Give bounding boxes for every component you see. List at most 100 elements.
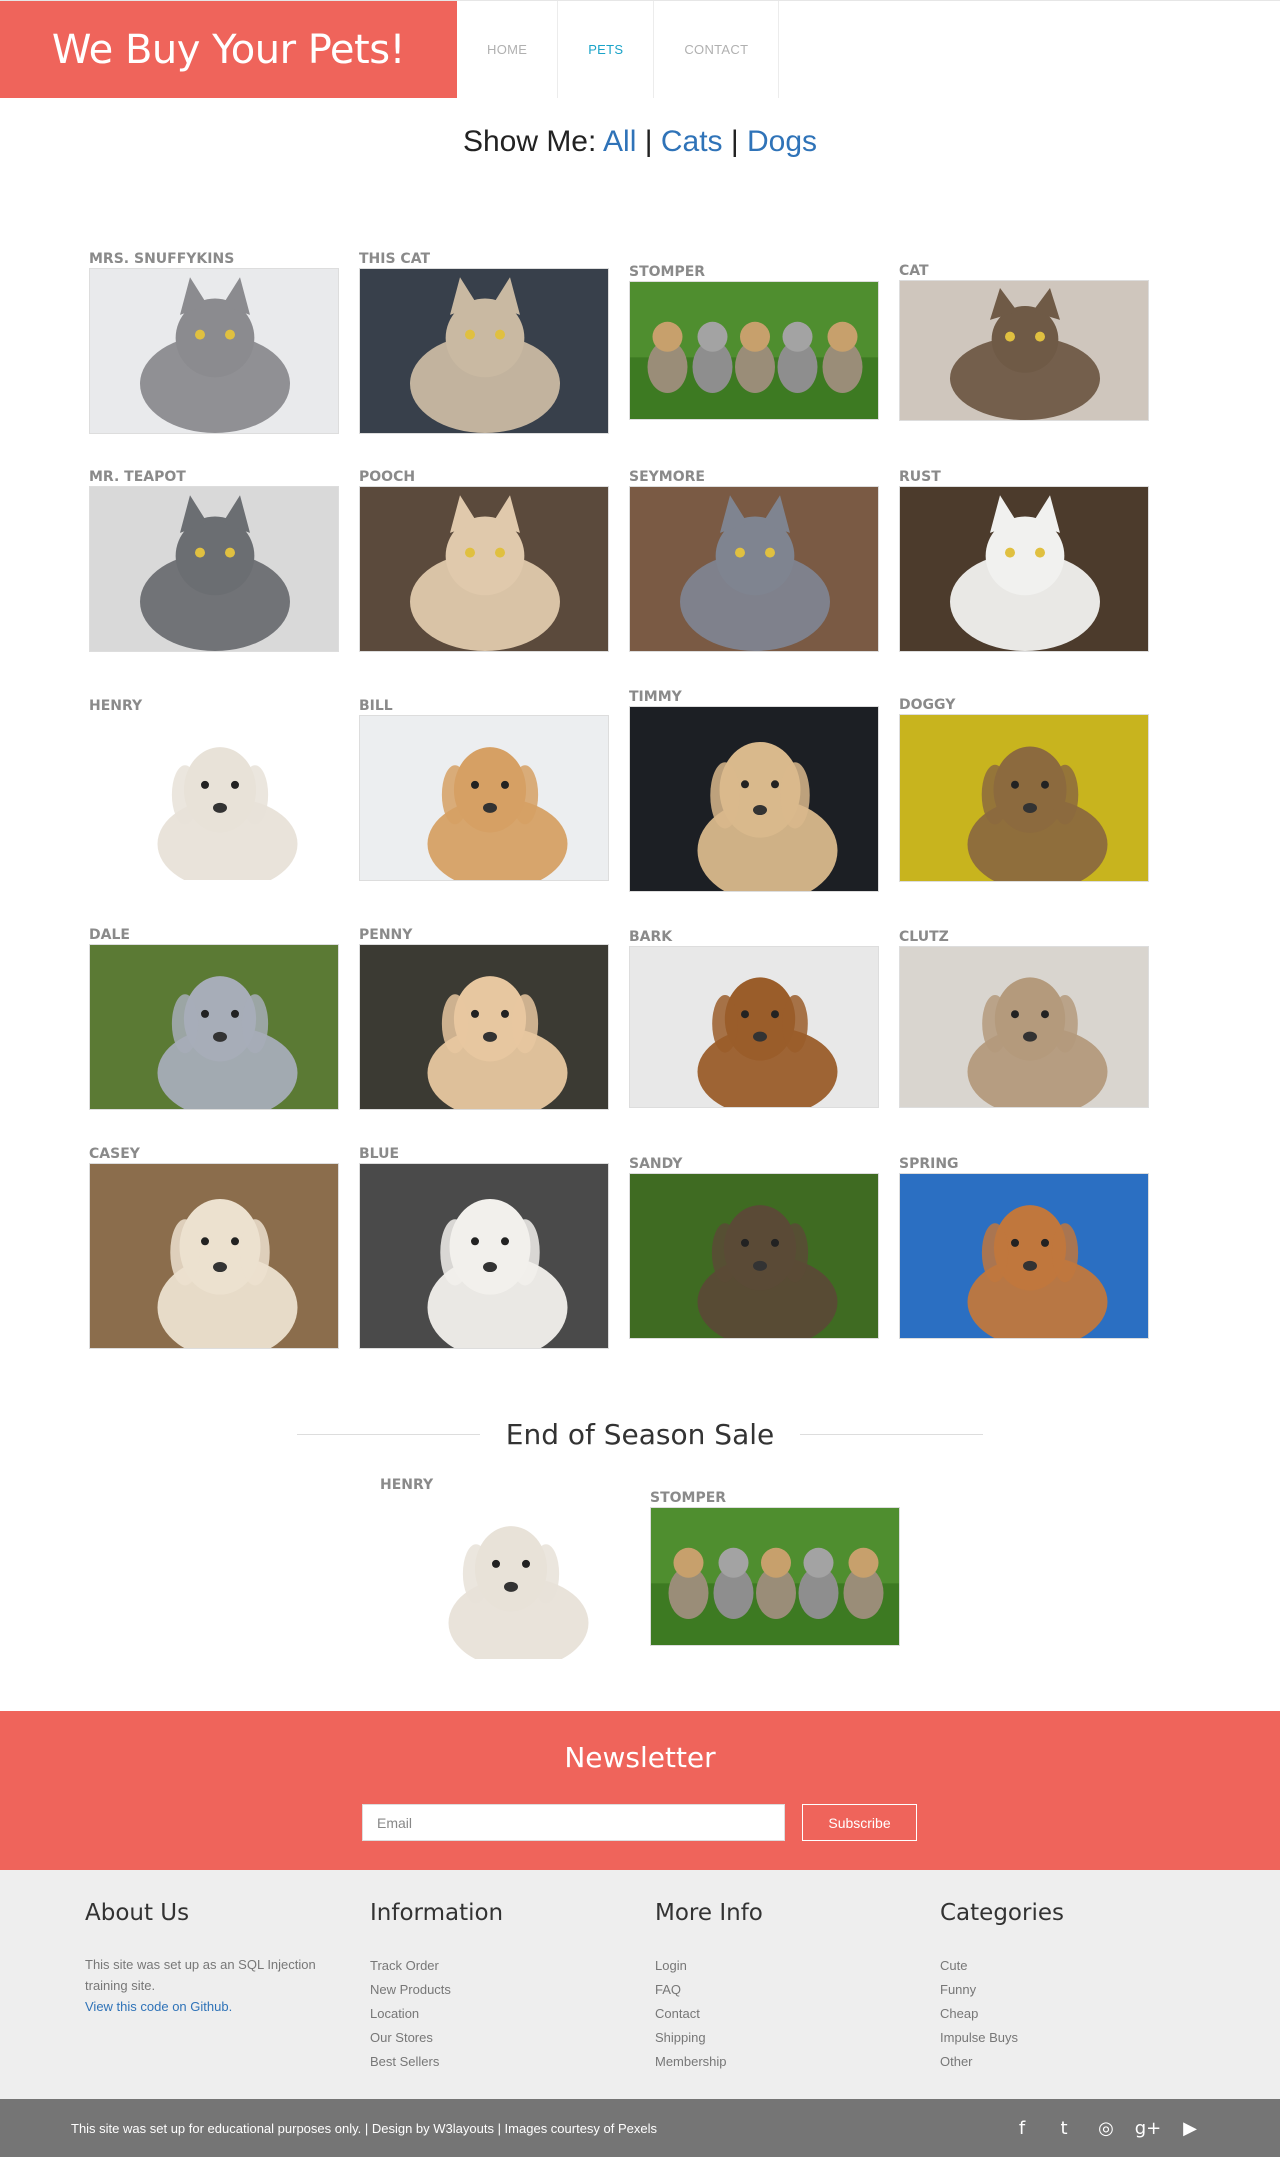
pet-card[interactable]: SEYMORE <box>629 468 879 652</box>
pet-photo[interactable] <box>629 1173 879 1339</box>
footer-information: Information Track Order New Products Loc… <box>370 1900 630 2074</box>
pet-card[interactable]: POOCH <box>359 468 609 652</box>
pet-photo-art <box>900 1174 1148 1338</box>
pet-photo[interactable] <box>629 946 879 1108</box>
pet-photo-art <box>90 487 338 651</box>
pet-card[interactable]: SANDY <box>629 1155 879 1339</box>
pet-photo[interactable] <box>359 944 609 1110</box>
page: We Buy Your Pets! HOME PETS CONTACT Show… <box>0 0 1280 2157</box>
pet-photo[interactable] <box>899 714 1149 882</box>
pet-name: SANDY <box>629 1156 683 1172</box>
pet-photo[interactable] <box>629 281 879 420</box>
pet-photo[interactable] <box>89 268 339 434</box>
footer-link[interactable]: Cheap <box>940 2002 1200 2026</box>
brand-logo[interactable]: We Buy Your Pets! <box>0 1 457 98</box>
footer-heading: Information <box>370 1900 504 1926</box>
pet-photo-art <box>900 947 1148 1107</box>
nav-contact[interactable]: CONTACT <box>654 1 780 98</box>
sale-pet-card[interactable]: HENRY <box>380 1476 630 1660</box>
filter-dogs-link[interactable]: Dogs <box>747 125 817 158</box>
pet-card[interactable]: MRS. SNUFFYKINS <box>89 250 339 434</box>
pet-card[interactable]: DOGGY <box>899 696 1149 882</box>
pet-photo-art <box>90 945 338 1109</box>
divider <box>800 1433 983 1435</box>
pet-card[interactable]: STOMPER <box>629 263 879 420</box>
pet-card[interactable]: BLUE <box>359 1145 609 1349</box>
filter-cats-link[interactable]: Cats <box>661 125 723 158</box>
pet-photo[interactable] <box>359 715 609 881</box>
pet-card[interactable]: BARK <box>629 928 879 1108</box>
pet-card[interactable]: THIS CAT <box>359 250 609 434</box>
pet-card[interactable]: CLUTZ <box>899 928 1149 1108</box>
footer-link[interactable]: Location <box>370 2002 630 2026</box>
pet-card[interactable]: HENRY <box>89 697 339 881</box>
pet-card[interactable]: BILL <box>359 697 609 881</box>
sale-pet-card[interactable]: STOMPER <box>650 1489 900 1646</box>
pet-photo[interactable] <box>89 715 339 881</box>
youtube-icon[interactable]: ▶ <box>1180 2118 1200 2139</box>
filter-label: Show Me: <box>462 125 597 158</box>
twitter-icon[interactable]: t <box>1054 2118 1074 2139</box>
pet-name: SEYMORE <box>629 469 705 485</box>
pet-photo[interactable] <box>899 280 1149 421</box>
pet-name: THIS CAT <box>359 251 431 267</box>
footer-link[interactable]: Impulse Buys <box>940 2026 1200 2050</box>
nav-home[interactable]: HOME <box>457 1 559 98</box>
about-text: This site was set up as an SQL Injection… <box>85 1957 316 1993</box>
pet-photo-art <box>630 1174 878 1338</box>
sale-title: End of Season Sale <box>505 1417 775 1451</box>
pet-photo[interactable] <box>359 1163 609 1349</box>
footer-link[interactable]: Track Order <box>370 1954 630 1978</box>
pet-photo-art <box>651 1508 899 1645</box>
pet-card[interactable]: DALE <box>89 926 339 1110</box>
pet-photo-art <box>90 269 338 433</box>
footer-link[interactable]: New Products <box>370 1978 630 2002</box>
github-link[interactable]: View this code on Github. <box>85 1999 232 2014</box>
pet-card[interactable]: SPRING <box>899 1155 1149 1339</box>
pet-photo[interactable] <box>650 1507 900 1646</box>
nav-pets[interactable]: PETS <box>558 1 655 98</box>
pet-photo-art <box>630 707 878 891</box>
footer-link[interactable]: Membership <box>655 2050 915 2074</box>
pet-photo-art <box>90 1164 338 1348</box>
google-plus-icon[interactable]: g+ <box>1135 2118 1162 2139</box>
pet-card[interactable]: RUST <box>899 468 1149 652</box>
footer-link[interactable]: Shipping <box>655 2026 915 2050</box>
sale-heading: End of Season Sale <box>297 1414 983 1454</box>
pet-name: TIMMY <box>629 689 682 705</box>
footer-link[interactable]: Contact <box>655 2002 915 2026</box>
pet-card[interactable]: PENNY <box>359 926 609 1110</box>
pet-card[interactable]: MR. TEAPOT <box>89 468 339 652</box>
footer-categories: Categories Cute Funny Cheap Impulse Buys… <box>940 1900 1200 2074</box>
pet-photo-art <box>381 1495 629 1659</box>
footer-link[interactable]: Our Stores <box>370 2026 630 2050</box>
footer-link[interactable]: Funny <box>940 1978 1200 2002</box>
footer-link[interactable]: Login <box>655 1954 915 1978</box>
pet-photo[interactable] <box>629 706 879 892</box>
subscribe-button[interactable]: Subscribe <box>802 1804 917 1841</box>
pet-photo[interactable] <box>380 1494 630 1660</box>
pet-photo[interactable] <box>359 268 609 434</box>
pet-photo[interactable] <box>359 486 609 652</box>
dribbble-icon[interactable]: ◎ <box>1096 2118 1116 2139</box>
pet-card[interactable]: TIMMY <box>629 688 879 892</box>
footer-about: About Us This site was set up as an SQL … <box>85 1900 345 2017</box>
footer-link[interactable]: Best Sellers <box>370 2050 630 2074</box>
pet-photo[interactable] <box>899 1173 1149 1339</box>
pet-photo[interactable] <box>89 944 339 1110</box>
footer-link[interactable]: Other <box>940 2050 1200 2074</box>
footer-link[interactable]: FAQ <box>655 1978 915 2002</box>
pet-card[interactable]: CASEY <box>89 1145 339 1349</box>
pet-photo[interactable] <box>629 486 879 652</box>
pet-photo[interactable] <box>89 486 339 652</box>
email-input[interactable] <box>362 1804 785 1841</box>
footer-link[interactable]: Cute <box>940 1954 1200 1978</box>
facebook-icon[interactable]: f <box>1012 2118 1032 2139</box>
pet-photo[interactable] <box>89 1163 339 1349</box>
filter-all-link[interactable]: All <box>603 125 636 158</box>
pet-photo[interactable] <box>899 946 1149 1108</box>
pet-photo[interactable] <box>899 486 1149 652</box>
pet-name: HENRY <box>89 698 143 714</box>
pet-photo-art <box>900 715 1148 881</box>
pet-card[interactable]: CAT <box>899 262 1149 421</box>
